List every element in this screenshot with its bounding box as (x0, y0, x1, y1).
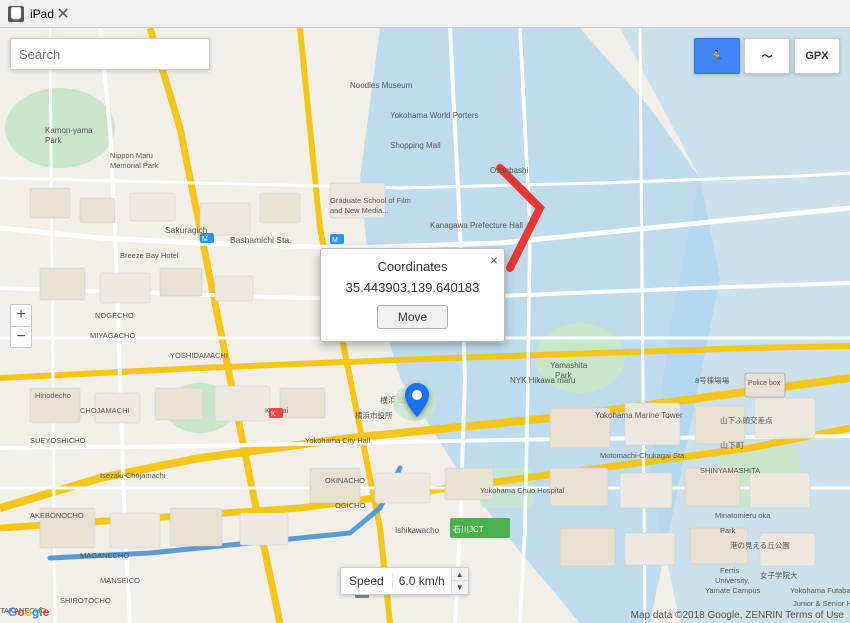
svg-text:横浜市役所: 横浜市役所 (355, 410, 393, 420)
search-input[interactable] (19, 47, 201, 62)
svg-text:8号棟場場: 8号棟場場 (695, 375, 730, 385)
app-icon (8, 6, 24, 22)
svg-text:Yokohama Futaba: Yokohama Futaba (790, 586, 850, 595)
google-logo: Google (8, 605, 49, 619)
svg-text:Ishikawacho: Ishikawacho (395, 526, 440, 535)
svg-text:MIYAGACHO: MIYAGACHO (90, 331, 135, 340)
svg-text:SHINYAMASHITA: SHINYAMASHITA (700, 466, 760, 475)
svg-text:Minatomieru oka: Minatomieru oka (715, 511, 771, 520)
map-attribution: Map data ©2018 Google, ZENRIN Terms of U… (631, 610, 844, 621)
svg-text:Yokohama World Porters: Yokohama World Porters (390, 111, 479, 120)
svg-text:山下町: 山下町 (720, 440, 744, 450)
popup-close-button[interactable]: × (490, 253, 498, 267)
title-bar: iPad ✕ (0, 0, 850, 28)
svg-text:SHIROTOCHO: SHIROTOCHO (60, 596, 111, 605)
map-container[interactable]: Kamon-yama Park Nippon Maru Memorial Par… (0, 28, 850, 623)
svg-text:Yamate Campus: Yamate Campus (705, 586, 761, 595)
svg-text:Park: Park (720, 526, 736, 535)
gpx-label: GPX (805, 50, 828, 62)
svg-text:NYK Hikawa maru: NYK Hikawa maru (510, 376, 575, 385)
svg-text:M: M (202, 236, 208, 243)
svg-text:Bashamichi Sta.: Bashamichi Sta. (230, 235, 291, 245)
svg-text:SUEYOSHICHO: SUEYOSHICHO (30, 436, 86, 445)
close-button[interactable]: ✕ (54, 5, 72, 23)
svg-text:Kamon-yama: Kamon-yama (45, 126, 93, 135)
svg-text:K: K (271, 411, 276, 418)
run-button[interactable]: 🏃 (694, 38, 740, 74)
search-bar (10, 38, 210, 70)
speed-bar: Speed 6.0 km/h ▲ ▼ (340, 567, 469, 595)
svg-text:山下ふ頭交差点: 山下ふ頭交差点 (720, 415, 773, 425)
svg-text:Junior & Senior HS: Junior & Senior HS (793, 599, 850, 608)
svg-text:Graduate School of Film: Graduate School of Film (330, 196, 411, 205)
svg-text:OGICHO: OGICHO (335, 501, 366, 510)
svg-text:Kanagawa Prefecture Hall: Kanagawa Prefecture Hall (430, 221, 523, 230)
svg-text:Nippon Maru: Nippon Maru (110, 151, 153, 160)
window-title: iPad (30, 7, 54, 21)
svg-text:YOSHIDAMACHI: YOSHIDAMACHI (170, 351, 228, 360)
gpx-button[interactable]: GPX (794, 38, 840, 74)
popup-move-button[interactable]: Move (377, 305, 448, 329)
zoom-controls: + − (10, 304, 32, 348)
run-icon: 🏃 (710, 50, 724, 63)
speed-spinner: ▲ ▼ (451, 568, 468, 594)
svg-text:and New Media...: and New Media... (330, 206, 388, 215)
svg-text:Osanbashi: Osanbashi (490, 166, 528, 175)
svg-text:Isezaki-Chojamachi: Isezaki-Chojamachi (100, 471, 166, 480)
svg-text:NOGECHO: NOGECHO (95, 311, 134, 320)
svg-text:Yokohama Chuo Hospital: Yokohama Chuo Hospital (480, 486, 565, 495)
svg-text:Memorial Park: Memorial Park (110, 161, 159, 170)
toolbar: 🏃 〜 GPX (694, 38, 840, 74)
svg-text:M: M (332, 237, 338, 244)
coordinates-popup: × Coordinates 35.443903,139.640183 Move (320, 248, 505, 342)
svg-text:Noodles Museum: Noodles Museum (350, 81, 413, 90)
svg-text:Park: Park (45, 136, 62, 145)
speed-label: Speed (341, 574, 393, 588)
svg-text:Shopping Mall: Shopping Mall (390, 141, 441, 150)
svg-text:港の見える丘公園: 港の見える丘公園 (730, 540, 790, 550)
svg-text:Hinodecho: Hinodecho (35, 391, 71, 400)
svg-text:Breeze Bay Hotel: Breeze Bay Hotel (120, 251, 179, 260)
svg-text:MAGANECHO: MAGANECHO (80, 551, 129, 560)
svg-text:University,: University, (715, 576, 749, 585)
svg-text:OKINACHO: OKINACHO (325, 476, 365, 485)
chart-icon: 〜 (762, 48, 773, 64)
svg-text:女子学院大: 女子学院大 (760, 570, 798, 580)
popup-title: Coordinates (333, 259, 492, 274)
svg-text:Yamashita: Yamashita (550, 361, 588, 370)
speed-decrease-button[interactable]: ▼ (452, 581, 468, 594)
chart-button[interactable]: 〜 (744, 38, 790, 74)
zoom-out-button[interactable]: − (10, 326, 32, 348)
svg-text:Police box: Police box (748, 380, 781, 387)
zoom-in-button[interactable]: + (10, 304, 32, 326)
speed-increase-button[interactable]: ▲ (452, 568, 468, 581)
svg-text:石川JCT: 石川JCT (453, 525, 484, 534)
map-pin[interactable] (405, 383, 429, 420)
svg-text:Yokohama City Hall: Yokohama City Hall (305, 436, 371, 445)
svg-text:AKEBONOCHO: AKEBONOCHO (30, 511, 84, 520)
svg-text:MANSEICO: MANSEICO (100, 576, 140, 585)
svg-text:Ferris: Ferris (720, 566, 739, 575)
popup-coordinates: 35.443903,139.640183 (333, 280, 492, 295)
speed-value: 6.0 km/h (393, 574, 451, 588)
svg-text:CHOJAMACHI: CHOJAMACHI (80, 406, 130, 415)
svg-text:Yokohama Marine Tower: Yokohama Marine Tower (595, 411, 683, 420)
svg-text:Motomachi-Chukagai Sta.: Motomachi-Chukagai Sta. (600, 451, 686, 460)
